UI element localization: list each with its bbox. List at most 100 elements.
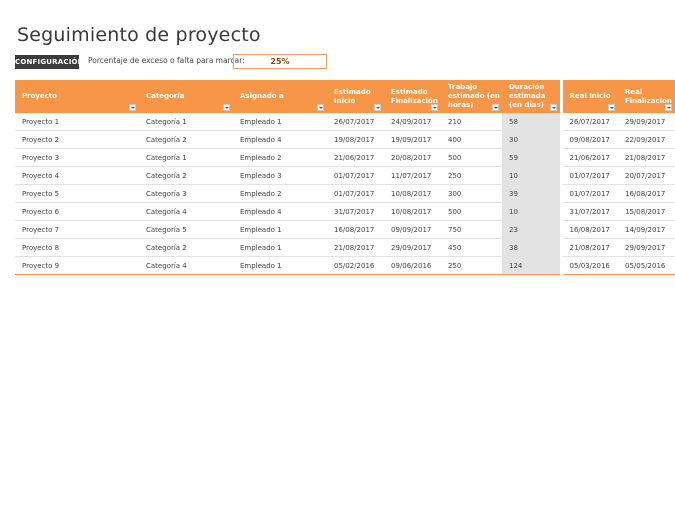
col-proyecto-cell[interactable]: Proyecto 3 bbox=[15, 148, 139, 167]
col-categoria-cell[interactable]: Categoría 5 bbox=[139, 220, 233, 239]
col-trabajo-estimado-cell[interactable]: 250 bbox=[441, 166, 502, 185]
col-categoria-cell[interactable]: Categoría 2 bbox=[139, 238, 233, 257]
col-proyecto-cell[interactable]: Proyecto 6 bbox=[15, 202, 139, 221]
table-row[interactable]: Proyecto 2 Categoría 2 Empleado 4 19/08/201… bbox=[15, 130, 675, 149]
col-real-inicio-cell[interactable]: 01/07/2017 bbox=[559, 184, 618, 203]
col-real-fin-cell[interactable]: 29/09/2017 bbox=[618, 113, 675, 131]
filter-dropdown-icon[interactable] bbox=[608, 104, 615, 111]
col-estimado-inicio-cell[interactable]: 31/07/2017 bbox=[327, 202, 384, 221]
filter-dropdown-icon[interactable] bbox=[665, 104, 672, 111]
col-estimado-inicio-cell[interactable]: 01/07/2017 bbox=[327, 166, 384, 185]
col-estimado-fin-cell[interactable]: 24/09/2017 bbox=[384, 113, 441, 131]
col-real-fin-cell[interactable]: 05/05/2016 bbox=[618, 256, 675, 275]
col-categoria-cell[interactable]: Categoría 4 bbox=[139, 202, 233, 221]
col-estimado-fin-cell[interactable]: 10/08/2017 bbox=[384, 184, 441, 203]
col-categoria-cell[interactable]: Categoría 2 bbox=[139, 166, 233, 185]
col-trabajo-estimado-cell[interactable]: 300 bbox=[441, 184, 502, 203]
filter-dropdown-icon[interactable] bbox=[549, 104, 557, 111]
col-categoria-cell[interactable]: Categoría 1 bbox=[139, 148, 233, 167]
col-proyecto-cell[interactable]: Proyecto 8 bbox=[15, 238, 139, 257]
filter-dropdown-icon[interactable] bbox=[317, 104, 324, 111]
col-real-inicio-cell[interactable]: 05/03/2016 bbox=[559, 256, 618, 275]
col-duracion-estimada-cell[interactable]: 124 bbox=[502, 256, 561, 275]
col-real-fin-cell[interactable]: 14/09/2017 bbox=[618, 220, 675, 239]
col-proyecto-cell[interactable]: Proyecto 9 bbox=[15, 256, 139, 275]
col-real-fin-cell[interactable]: 15/08/2017 bbox=[618, 202, 675, 221]
col-real-fin-cell[interactable]: 29/09/2017 bbox=[618, 238, 675, 257]
col-asignado-cell[interactable]: Empleado 4 bbox=[233, 202, 327, 221]
percent-input[interactable]: 25% bbox=[233, 54, 327, 69]
table-row[interactable]: Proyecto 4 Categoría 2 Empleado 3 01/07/201… bbox=[15, 166, 675, 185]
col-real-inicio-cell[interactable]: 26/07/2017 bbox=[559, 113, 618, 131]
col-estimado-fin-cell[interactable]: 10/08/2017 bbox=[384, 202, 441, 221]
filter-dropdown-icon[interactable] bbox=[492, 104, 499, 111]
col-real-inicio-cell[interactable]: 31/07/2017 bbox=[559, 202, 618, 221]
col-categoria-cell[interactable]: Categoría 2 bbox=[139, 130, 233, 149]
col-estimado-inicio-cell[interactable]: 26/07/2017 bbox=[327, 113, 384, 131]
col-real-inicio-cell[interactable]: 01/07/2017 bbox=[559, 166, 618, 185]
col-real-fin-cell[interactable]: 22/09/2017 bbox=[618, 130, 675, 149]
col-estimado-inicio-cell[interactable]: 21/08/2017 bbox=[327, 238, 384, 257]
col-trabajo-estimado-cell[interactable]: 500 bbox=[441, 148, 502, 167]
col-trabajo-estimado-cell[interactable]: 450 bbox=[441, 238, 502, 257]
col-asignado-cell[interactable]: Empleado 2 bbox=[233, 148, 327, 167]
col-estimado-fin-cell[interactable]: 09/06/2016 bbox=[384, 256, 441, 275]
col-duracion-estimada-cell[interactable]: 39 bbox=[502, 184, 561, 203]
table-row[interactable]: Proyecto 7 Categoría 5 Empleado 1 16/08/201… bbox=[15, 220, 675, 239]
col-proyecto-cell[interactable]: Proyecto 2 bbox=[15, 130, 139, 149]
col-proyecto-cell[interactable]: Proyecto 5 bbox=[15, 184, 139, 203]
col-asignado-cell[interactable]: Empleado 1 bbox=[233, 256, 327, 275]
col-duracion-estimada-cell[interactable]: 23 bbox=[502, 220, 561, 239]
col-real-fin-cell[interactable]: 21/08/2017 bbox=[618, 148, 675, 167]
col-estimado-inicio-cell[interactable]: 01/07/2017 bbox=[327, 184, 384, 203]
filter-dropdown-icon[interactable] bbox=[431, 104, 438, 111]
col-real-inicio-cell[interactable]: 21/06/2017 bbox=[559, 148, 618, 167]
col-real-inicio-cell[interactable]: 16/08/2017 bbox=[559, 220, 618, 239]
col-duracion-estimada-cell[interactable]: 38 bbox=[502, 238, 561, 257]
col-asignado-cell[interactable]: Empleado 3 bbox=[233, 166, 327, 185]
col-asignado-cell[interactable]: Empleado 1 bbox=[233, 238, 327, 257]
col-estimado-fin-cell[interactable]: 29/09/2017 bbox=[384, 238, 441, 257]
col-trabajo-estimado-cell[interactable]: 500 bbox=[441, 202, 502, 221]
filter-dropdown-icon[interactable] bbox=[223, 104, 230, 111]
col-trabajo-estimado-cell[interactable]: 750 bbox=[441, 220, 502, 239]
col-estimado-inicio-cell[interactable]: 21/06/2017 bbox=[327, 148, 384, 167]
col-estimado-fin-cell[interactable]: 19/09/2017 bbox=[384, 130, 441, 149]
col-trabajo-estimado-cell[interactable]: 250 bbox=[441, 256, 502, 275]
col-duracion-estimada-cell[interactable]: 10 bbox=[502, 166, 561, 185]
table-row[interactable]: Proyecto 9 Categoría 4 Empleado 1 05/02/201… bbox=[15, 256, 675, 275]
table-row[interactable]: Proyecto 3 Categoría 1 Empleado 2 21/06/201… bbox=[15, 148, 675, 167]
col-asignado-cell[interactable]: Empleado 4 bbox=[233, 130, 327, 149]
col-categoria-cell[interactable]: Categoría 1 bbox=[139, 113, 233, 131]
col-estimado-inicio-cell[interactable]: 16/08/2017 bbox=[327, 220, 384, 239]
col-asignado-cell[interactable]: Empleado 1 bbox=[233, 113, 327, 131]
table-row[interactable]: Proyecto 5 Categoría 3 Empleado 2 01/07/201… bbox=[15, 184, 675, 203]
col-estimado-fin-cell[interactable]: 20/08/2017 bbox=[384, 148, 441, 167]
col-real-fin-cell[interactable]: 16/08/2017 bbox=[618, 184, 675, 203]
col-trabajo-estimado-cell[interactable]: 400 bbox=[441, 130, 502, 149]
col-real-fin-cell[interactable]: 20/07/2017 bbox=[618, 166, 675, 185]
col-estimado-fin-cell[interactable]: 11/07/2017 bbox=[384, 166, 441, 185]
col-categoria-cell[interactable]: Categoría 3 bbox=[139, 184, 233, 203]
col-categoria-cell[interactable]: Categoría 4 bbox=[139, 256, 233, 275]
col-proyecto-cell[interactable]: Proyecto 1 bbox=[15, 113, 139, 131]
col-real-inicio-cell[interactable]: 09/08/2017 bbox=[559, 130, 618, 149]
configuration-button[interactable]: CONFIGURACIÓN bbox=[15, 55, 84, 69]
table-row[interactable]: Proyecto 8 Categoría 2 Empleado 1 21/08/201… bbox=[15, 238, 675, 257]
col-proyecto-cell[interactable]: Proyecto 4 bbox=[15, 166, 139, 185]
col-duracion-estimada-cell[interactable]: 10 bbox=[502, 202, 561, 221]
col-duracion-estimada-cell[interactable]: 30 bbox=[502, 130, 561, 149]
filter-dropdown-icon[interactable] bbox=[129, 104, 136, 111]
col-duracion-estimada-cell[interactable]: 58 bbox=[502, 113, 561, 131]
col-trabajo-estimado-cell[interactable]: 210 bbox=[441, 113, 502, 131]
col-asignado-cell[interactable]: Empleado 2 bbox=[233, 184, 327, 203]
col-asignado-cell[interactable]: Empleado 1 bbox=[233, 220, 327, 239]
col-proyecto-cell[interactable]: Proyecto 7 bbox=[15, 220, 139, 239]
table-row[interactable]: Proyecto 1 Categoría 1 Empleado 1 26/07/201… bbox=[15, 113, 675, 131]
filter-dropdown-icon[interactable] bbox=[374, 104, 381, 111]
col-estimado-inicio-cell[interactable]: 05/02/2016 bbox=[327, 256, 384, 275]
col-estimado-inicio-cell[interactable]: 19/08/2017 bbox=[327, 130, 384, 149]
table-row[interactable]: Proyecto 6 Categoría 4 Empleado 4 31/07/201… bbox=[15, 202, 675, 221]
col-duracion-estimada-cell[interactable]: 59 bbox=[502, 148, 561, 167]
col-real-inicio-cell[interactable]: 21/08/2017 bbox=[559, 238, 618, 257]
